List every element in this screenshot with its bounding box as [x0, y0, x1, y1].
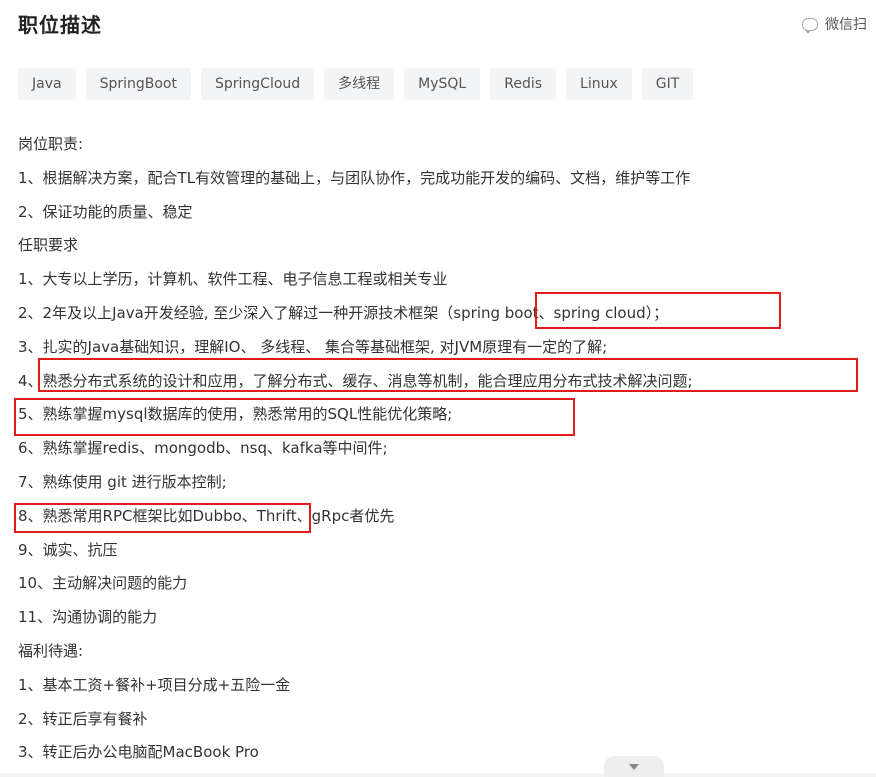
- section-heading-responsibilities: 岗位职责:: [18, 135, 84, 153]
- skill-tag: 多线程: [324, 68, 395, 100]
- description-line: 6、熟练掌握redis、mongodb、nsq、kafka等中间件;: [18, 439, 388, 458]
- description-line: 2、保证功能的质量、稳定: [18, 202, 193, 221]
- wechat-icon: [802, 17, 818, 34]
- description-line: 10、主动解决问题的能力: [18, 574, 188, 593]
- description-line: 1、根据解决方案，配合TL有效管理的基础上，与团队协作，完成功能开发的编码、文档…: [18, 168, 691, 187]
- section-heading-requirements: 任职要求: [18, 236, 79, 255]
- description-line: 11、沟通协调的能力: [18, 608, 158, 627]
- page-title: 职位描述: [18, 13, 102, 37]
- skill-tag: Linux: [566, 68, 632, 100]
- skill-tag: MySQL: [404, 68, 481, 100]
- highlight-box: [535, 292, 781, 329]
- wechat-share-label: 微信扫: [825, 17, 867, 33]
- highlight-box: [14, 398, 575, 436]
- description-line: 1、基本工资+餐补+项目分成+五险一金: [18, 675, 291, 694]
- description-line: 7、熟练使用 git 进行版本控制;: [18, 472, 227, 491]
- skill-tag: SpringCloud: [200, 68, 315, 100]
- section-heading-benefits: 福利待遇:: [18, 641, 84, 660]
- highlight-box: [38, 358, 858, 392]
- bottom-scrollbar[interactable]: [0, 773, 876, 777]
- description-line: 2、转正后享有餐补: [18, 709, 148, 728]
- skill-tag: GIT: [641, 68, 694, 100]
- job-description: 岗位职责: 1、根据解决方案，配合TL有效管理的基础上，与团队协作，完成功能开发…: [18, 128, 868, 770]
- skill-tag: Java: [18, 68, 76, 100]
- skill-tag: SpringBoot: [85, 68, 191, 100]
- skill-tag: Redis: [490, 68, 557, 100]
- chevron-down-icon: [629, 763, 639, 770]
- expand-more-button[interactable]: [604, 756, 664, 777]
- highlight-box: [14, 503, 311, 533]
- skill-tags: Java SpringBoot SpringCloud 多线程 MySQL Re…: [18, 68, 694, 100]
- description-line: 3、转正后办公电脑配MacBook Pro: [18, 743, 259, 762]
- wechat-share-button[interactable]: 微信扫: [802, 14, 867, 34]
- description-line: 9、诚实、抗压: [18, 540, 118, 559]
